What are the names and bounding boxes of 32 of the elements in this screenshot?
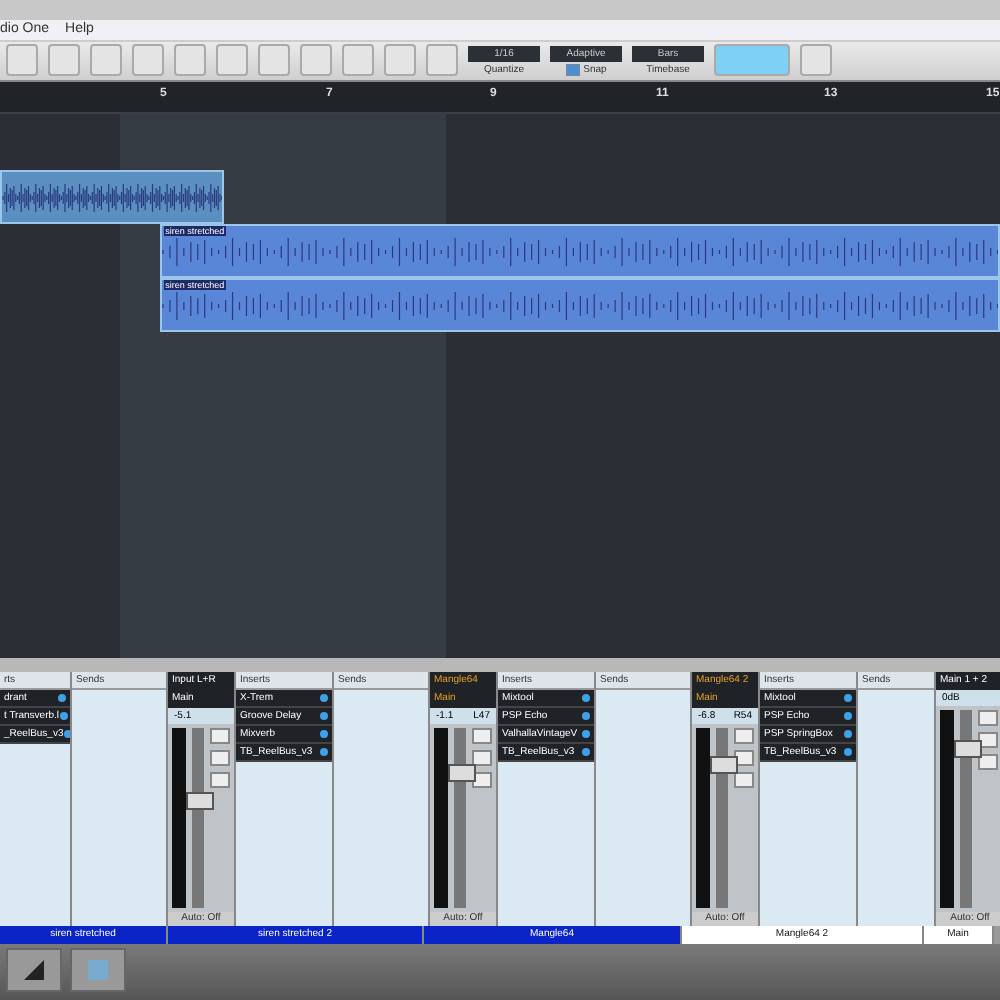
mute-button[interactable] [472,727,492,744]
tool-button[interactable] [426,44,458,77]
snap-checkbox[interactable] [565,63,580,76]
fader-thumb[interactable] [448,763,476,782]
tool-button[interactable] [342,44,374,77]
tool-button[interactable] [90,44,122,77]
solo-button[interactable] [210,749,230,766]
fader-thumb[interactable] [710,756,738,775]
solo-button[interactable] [472,749,492,766]
taskbar-app-button[interactable] [6,947,62,992]
mute-button[interactable] [978,709,998,726]
tool-button[interactable] [258,44,290,77]
solo-button[interactable] [978,731,998,748]
tool-button[interactable] [48,44,80,77]
arrow-toggle-button[interactable] [714,44,790,77]
fader-thumb[interactable] [954,740,982,759]
fader-thumb[interactable] [186,792,214,810]
tool-button[interactable] [216,44,248,77]
tool-button[interactable] [384,44,416,77]
tool-button[interactable] [300,44,332,77]
mute-button[interactable] [734,727,754,744]
save-button[interactable] [800,44,832,77]
solo-button[interactable] [734,749,754,766]
tool-button[interactable] [6,44,38,77]
tool-button[interactable] [132,44,164,77]
mute-button[interactable] [210,727,230,744]
record-button[interactable] [978,753,998,770]
record-button[interactable] [210,771,230,788]
app-logo-icon [20,955,48,984]
record-button[interactable] [734,771,754,788]
audio-clip[interactable] [0,169,225,224]
tool-button[interactable] [174,44,206,77]
